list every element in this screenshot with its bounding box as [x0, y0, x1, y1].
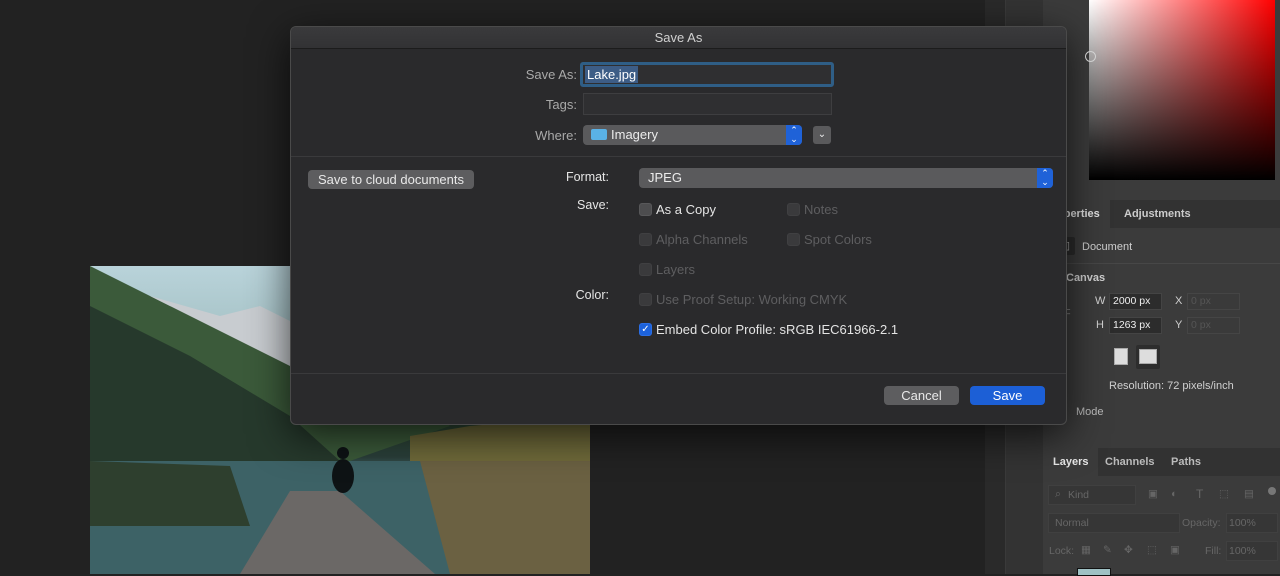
save-to-cloud-button[interactable]: Save to cloud documents	[308, 170, 474, 189]
embed-color-profile-checkbox[interactable]: ✓	[639, 323, 652, 336]
format-dropdown[interactable]: JPEG ⌃ ⌄	[639, 168, 1053, 188]
filename-input[interactable]: Lake.jpg	[580, 62, 834, 87]
fill-value: 100%	[1229, 545, 1256, 557]
filename-value: Lake.jpg	[585, 66, 639, 83]
dialog-title: Save As	[291, 27, 1066, 49]
lock-artboard-icon[interactable]: ⬚	[1147, 544, 1157, 556]
color-picker-cursor[interactable]	[1085, 51, 1096, 62]
blend-mode-value: Normal	[1055, 517, 1089, 529]
tab-paths[interactable]: Paths	[1161, 448, 1211, 476]
use-proof-setup-label: Use Proof Setup: Working CMYK	[656, 292, 848, 307]
lock-position-icon[interactable]: ✥	[1124, 544, 1133, 556]
opacity-value: 100%	[1229, 517, 1256, 529]
stepper-icon: ⌃ ⌄	[1037, 168, 1053, 188]
save-options-label: Save:	[577, 198, 609, 212]
format-label: Format:	[565, 170, 609, 184]
portrait-orientation-icon[interactable]	[1114, 348, 1128, 365]
tab-adjustments[interactable]: Adjustments	[1114, 200, 1201, 228]
canvas-heading: Canvas	[1066, 272, 1106, 284]
notes-checkbox[interactable]	[787, 203, 800, 216]
y-label: Y	[1175, 319, 1183, 331]
lock-all-icon[interactable]: ▣	[1170, 544, 1180, 556]
color-picker-field[interactable]	[1089, 0, 1275, 180]
where-value: Imagery	[611, 127, 658, 142]
folder-icon	[591, 129, 607, 141]
color-options-label: Color:	[575, 288, 609, 302]
width-label: W	[1095, 295, 1106, 307]
chevron-down-icon: ⌄	[817, 129, 827, 140]
x-label: X	[1175, 295, 1183, 307]
fill-label: Fill:	[1205, 545, 1222, 557]
where-dropdown[interactable]: Imagery ⌃ ⌄	[583, 125, 802, 145]
filter-toggle-icon[interactable]	[1268, 487, 1276, 495]
y-input[interactable]: 0 px	[1187, 317, 1240, 334]
landscape-orientation-button[interactable]	[1136, 345, 1160, 369]
landscape-orientation-icon	[1139, 349, 1157, 364]
as-a-copy-checkbox[interactable]	[639, 203, 652, 216]
save-button[interactable]: Save	[970, 386, 1045, 405]
width-input[interactable]: 2000 px	[1109, 293, 1162, 310]
spot-colors-checkbox[interactable]	[787, 233, 800, 246]
lock-transparent-icon[interactable]: ▦	[1081, 544, 1091, 556]
document-label: Document	[1082, 241, 1133, 253]
as-a-copy-label: As a Copy	[656, 202, 716, 217]
tags-label: Tags:	[545, 97, 577, 112]
alpha-channels-checkbox[interactable]	[639, 233, 652, 246]
search-icon: ⌕	[1055, 488, 1061, 500]
smart-object-filter-icon[interactable]: ▤	[1244, 488, 1254, 500]
embed-color-profile-label: Embed Color Profile: sRGB IEC61966-2.1	[656, 322, 899, 337]
tab-layers[interactable]: Layers	[1043, 448, 1099, 476]
save-as-label: Save As:	[525, 67, 577, 82]
where-label: Where:	[535, 128, 577, 143]
use-proof-setup-checkbox[interactable]	[639, 293, 652, 306]
divider	[1043, 263, 1280, 264]
divider	[291, 156, 1066, 157]
lock-label: Lock:	[1049, 545, 1075, 557]
layers-label: Layers	[656, 262, 696, 277]
lock-image-icon[interactable]: ✎	[1103, 544, 1112, 556]
cancel-button[interactable]: Cancel	[884, 386, 959, 405]
layers-checkbox[interactable]	[639, 263, 652, 276]
expand-browser-button[interactable]: ⌄	[813, 126, 831, 144]
format-value: JPEG	[648, 170, 682, 185]
layer-thumbnail[interactable]	[1077, 568, 1111, 576]
alpha-channels-label: Alpha Channels	[656, 232, 748, 247]
height-label: H	[1096, 319, 1104, 331]
shape-filter-icon[interactable]: ⬚	[1219, 488, 1229, 500]
save-as-dialog: Save As Save As: Lake.jpg Tags: Where: I…	[290, 26, 1067, 425]
mode-label: Mode	[1076, 406, 1104, 418]
opacity-label: Opacity:	[1182, 517, 1221, 529]
stepper-icon: ⌃ ⌄	[786, 125, 802, 145]
layer-filter-dropdown[interactable]	[1048, 485, 1136, 505]
spot-colors-label: Spot Colors	[804, 232, 872, 247]
resolution-text: Resolution: 72 pixels/inch	[1109, 380, 1234, 392]
image-filter-icon[interactable]: ▣	[1148, 488, 1158, 500]
type-filter-icon[interactable]: T	[1196, 487, 1203, 501]
adjustment-filter-icon[interactable]: ◐	[1171, 488, 1177, 500]
divider	[291, 373, 1066, 374]
notes-label: Notes	[804, 202, 838, 217]
x-input[interactable]: 0 px	[1187, 293, 1240, 310]
tab-channels[interactable]: Channels	[1095, 448, 1165, 476]
tags-input[interactable]	[583, 93, 832, 115]
layer-filter-label: Kind	[1068, 489, 1090, 501]
check-icon: ✓	[641, 324, 650, 335]
height-input[interactable]: 1263 px	[1109, 317, 1162, 334]
